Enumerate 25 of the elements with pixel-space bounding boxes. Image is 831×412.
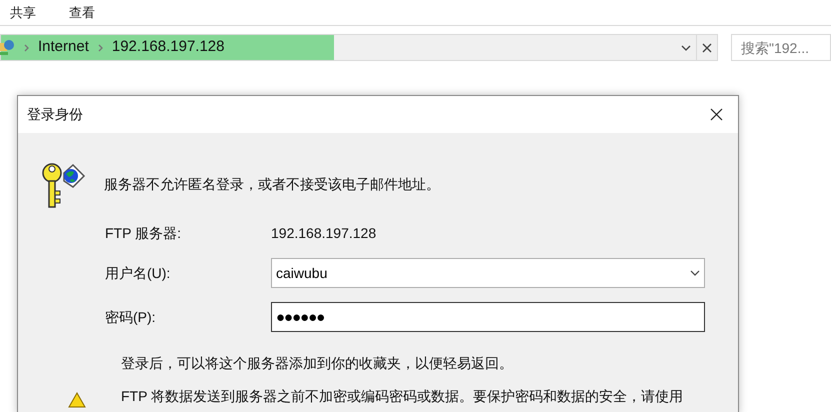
dialog-title: 登录身份: [27, 105, 83, 124]
chevron-down-icon: [681, 44, 691, 50]
field-label: 用户名(U):: [105, 264, 172, 283]
network-globe-icon: [0, 38, 15, 56]
message-text: 服务器不允许匿名登录，或者不接受该电子邮件地址。: [104, 175, 440, 194]
close-button[interactable]: [708, 106, 724, 122]
address-bar[interactable]: Internet 192.168.197.128: [0, 34, 718, 61]
chevron-right-icon: [98, 44, 103, 52]
breadcrumb[interactable]: Internet: [38, 36, 89, 59]
warning-text: FTP 将数据发送到服务器之前不加密或编码密码或数据。要保护密码和数据的安全，请使用: [121, 387, 684, 406]
ribbon-tab[interactable]: 查看: [69, 2, 95, 22]
server-address: 192.168.197.128: [271, 224, 376, 243]
close-icon: [702, 42, 712, 52]
chevron-down-icon: [690, 270, 700, 276]
field-label: 密码(P):: [105, 308, 157, 327]
username-combo[interactable]: caiwubu: [271, 258, 705, 288]
chevron-right-icon: [24, 44, 29, 52]
note-text: 登录后，可以将这个服务器添加到你的收藏夹，以便轻易返回。: [121, 354, 513, 373]
password-field[interactable]: ●●●●●●: [271, 302, 705, 332]
breadcrumb[interactable]: 192.168.197.128: [112, 36, 224, 59]
warning-icon: [68, 392, 86, 408]
ribbon-tab[interactable]: 共享: [10, 2, 36, 22]
search-field[interactable]: 搜索"192...: [731, 34, 831, 61]
close-icon: [710, 108, 722, 121]
field-label: FTP 服务器:: [105, 224, 182, 243]
